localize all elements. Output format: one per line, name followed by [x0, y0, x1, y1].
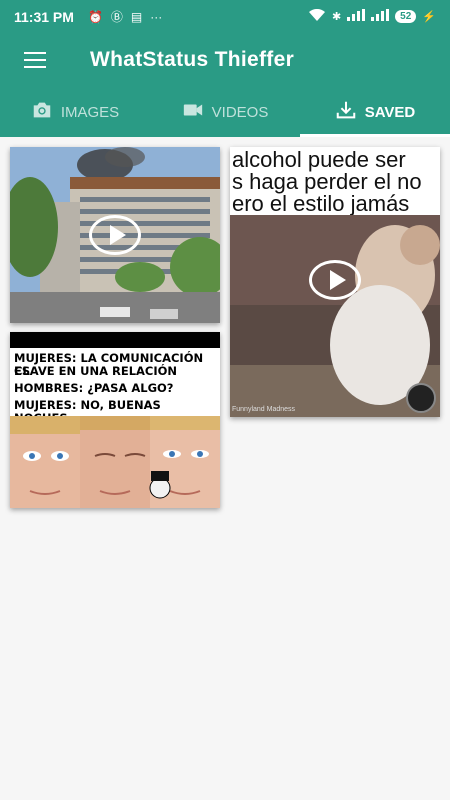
status-bar: 11:31 PM ⏰ Ⓑ ▤ ··· ✱ 52 ⚡: [0, 0, 450, 33]
hamburger-icon: [24, 52, 46, 68]
play-icon[interactable]: [309, 260, 361, 300]
app-bar: WhatStatus Thieffer: [0, 33, 450, 87]
battery-indicator: 52: [395, 10, 417, 23]
meme-thumbnail: MUJERES: LA COMUNICACIÓN ES CLAVE EN UNA…: [10, 332, 220, 508]
menu-button[interactable]: [0, 33, 70, 87]
meme-faces: [10, 416, 220, 508]
tab-bar: IMAGES VIDEOS SAVED: [0, 87, 450, 137]
b-icon: Ⓑ: [110, 10, 123, 24]
saved-video-baby[interactable]: alcohol puede ser s haga perder el no er…: [230, 147, 440, 417]
meme-line-2: CLAVE EN UNA RELACIÓN: [14, 364, 178, 378]
status-right-icons: ✱ 52 ⚡: [308, 8, 436, 25]
tab-images[interactable]: IMAGES: [0, 87, 150, 137]
status-left-icons: ⏰ Ⓑ ▤ ···: [88, 8, 162, 25]
camera-icon: [31, 99, 53, 125]
download-icon: [335, 99, 357, 125]
news-icon: ▤: [130, 9, 143, 24]
meme-top-bar: [10, 332, 220, 348]
video-watermark: Funnyland Madness: [232, 406, 296, 413]
video-caption-line-3: ero el estilo jamás: [232, 191, 410, 216]
play-icon[interactable]: [89, 215, 141, 255]
alarm-icon: ⏰: [87, 9, 103, 24]
signal-icon: [347, 9, 366, 24]
charging-icon: ⚡: [422, 11, 436, 23]
baby-scene: [230, 215, 440, 417]
tab-saved-label: SAVED: [364, 103, 416, 121]
meme-line-3: HOMBRES: ¿PASA ALGO?: [14, 381, 174, 395]
tab-saved[interactable]: SAVED: [300, 87, 450, 137]
tab-images-label: IMAGES: [60, 103, 120, 121]
status-time: 11:31 PM: [14, 8, 74, 25]
videocam-icon: [182, 99, 204, 125]
saved-image-meme[interactable]: MUJERES: LA COMUNICACIÓN ES CLAVE EN UNA…: [10, 332, 220, 508]
more-dots-icon: ···: [150, 9, 163, 24]
tab-videos-label: VIDEOS: [211, 103, 269, 121]
signal-icon-2: [371, 9, 390, 24]
bluetooth-icon: ✱: [331, 11, 342, 23]
watermark-logo-icon: [406, 383, 436, 413]
tab-videos[interactable]: VIDEOS: [150, 87, 300, 137]
saved-video-building[interactable]: [10, 147, 220, 323]
app-title: WhatStatus Thieffer: [90, 48, 295, 71]
wifi-icon: [308, 8, 326, 25]
